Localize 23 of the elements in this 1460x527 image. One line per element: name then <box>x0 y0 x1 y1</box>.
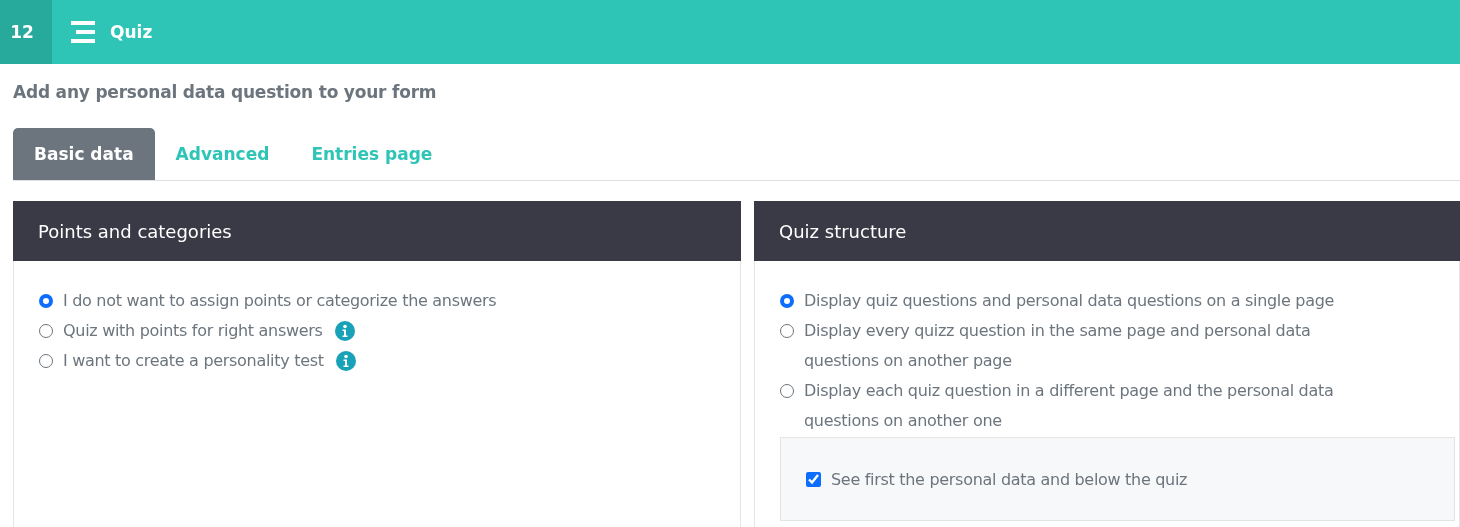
header-title: Quiz <box>110 22 153 42</box>
radio-button[interactable] <box>780 324 794 338</box>
tab[interactable]: Advanced <box>154 128 291 180</box>
tab[interactable]: Entries page <box>290 128 454 180</box>
option-label: I want to create a personality test <box>63 350 324 372</box>
panel-header: Points and categories <box>13 201 741 261</box>
option-label: Quiz with points for right answers <box>63 320 323 342</box>
checkbox[interactable] <box>806 471 821 487</box>
option-label: I do not want to assign points or categorize the answers <box>63 290 497 312</box>
menu-icon <box>71 21 95 43</box>
tab[interactable]: Basic data <box>13 128 155 180</box>
radio-button[interactable] <box>39 294 53 308</box>
step-number: 12 <box>0 0 52 64</box>
panel-header: Quiz structure <box>754 201 1460 261</box>
radio-button[interactable] <box>39 354 53 368</box>
radio-button[interactable] <box>39 324 53 338</box>
option-label: Display each quiz question in a different page and the personal data questions on another one <box>804 380 1335 432</box>
radio-button[interactable] <box>780 294 794 308</box>
radio-button[interactable] <box>780 384 794 398</box>
option-label: Display quiz questions and personal data questions on a single page <box>804 290 1335 312</box>
subtitle: Add any personal data question to your form <box>13 82 438 104</box>
checkbox-label: See first the personal data and below the quiz <box>831 469 1188 489</box>
option-label: Display every quizz question in the same page and personal data questions on another page <box>804 320 1312 372</box>
